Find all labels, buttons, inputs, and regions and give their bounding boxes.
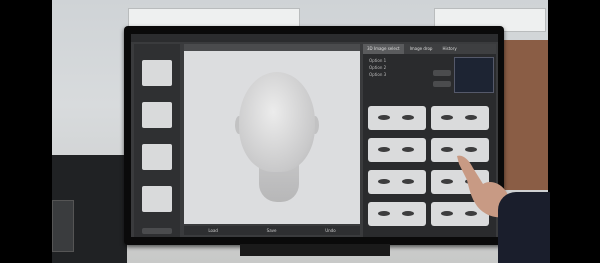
toolbar-button[interactable]: Load (208, 228, 218, 233)
radio-option[interactable]: Option 1 (369, 58, 386, 63)
eye-option[interactable] (431, 106, 489, 130)
panel-tabs: 3D Image select Image drop History (363, 44, 496, 54)
tab[interactable]: 3D Image select (363, 44, 404, 54)
eye-left (378, 211, 390, 216)
eye-left (441, 179, 453, 184)
thumb-nose[interactable] (142, 144, 172, 170)
photo-scene: Maxi Head Load Save Undo 3D Image select… (0, 0, 600, 263)
3d-head-model (239, 72, 315, 172)
thumbnail-panel (134, 44, 180, 237)
monitor-stand (240, 244, 390, 256)
viewport-toolbar: Load Save Undo (184, 226, 360, 235)
eye-right (402, 147, 414, 152)
monitor-screen: Maxi Head Load Save Undo 3D Image select… (131, 34, 498, 237)
eye-left (378, 115, 390, 120)
screen-title: Maxi Head (188, 55, 210, 60)
eye-option[interactable] (368, 170, 426, 194)
radio-option[interactable]: Option 3 (369, 72, 386, 77)
eye-left (441, 147, 453, 152)
rotate-button[interactable] (433, 70, 451, 76)
eye-left (441, 115, 453, 120)
tab[interactable]: Image drop (406, 44, 437, 54)
eye-right (402, 115, 414, 120)
toolbar-button[interactable]: Undo (325, 228, 335, 233)
thumb-head[interactable] (142, 60, 172, 86)
toolbar-button[interactable]: Save (267, 228, 277, 233)
tab[interactable]: History (438, 44, 460, 54)
radio-option[interactable]: Option 2 (369, 65, 386, 70)
eye-option[interactable] (368, 106, 426, 130)
eye-left (378, 147, 390, 152)
thumb-mouth[interactable] (142, 186, 172, 212)
dark-sleeve (498, 192, 550, 263)
viewport-header: Maxi Head (184, 44, 360, 60)
3d-viewport[interactable]: Maxi Head (184, 44, 360, 224)
eye-left (441, 211, 453, 216)
export-button[interactable] (142, 228, 172, 234)
eye-left (378, 179, 390, 184)
crosshair-preview[interactable] (454, 57, 494, 93)
eye-right (402, 211, 414, 216)
eye-option[interactable] (368, 202, 426, 226)
eye-right (465, 115, 477, 120)
eye-right (402, 179, 414, 184)
thumb-eye[interactable] (142, 102, 172, 128)
app-titlebar (131, 34, 498, 42)
reset-button[interactable] (433, 81, 451, 87)
laptop (52, 200, 74, 252)
eye-option[interactable] (368, 138, 426, 162)
